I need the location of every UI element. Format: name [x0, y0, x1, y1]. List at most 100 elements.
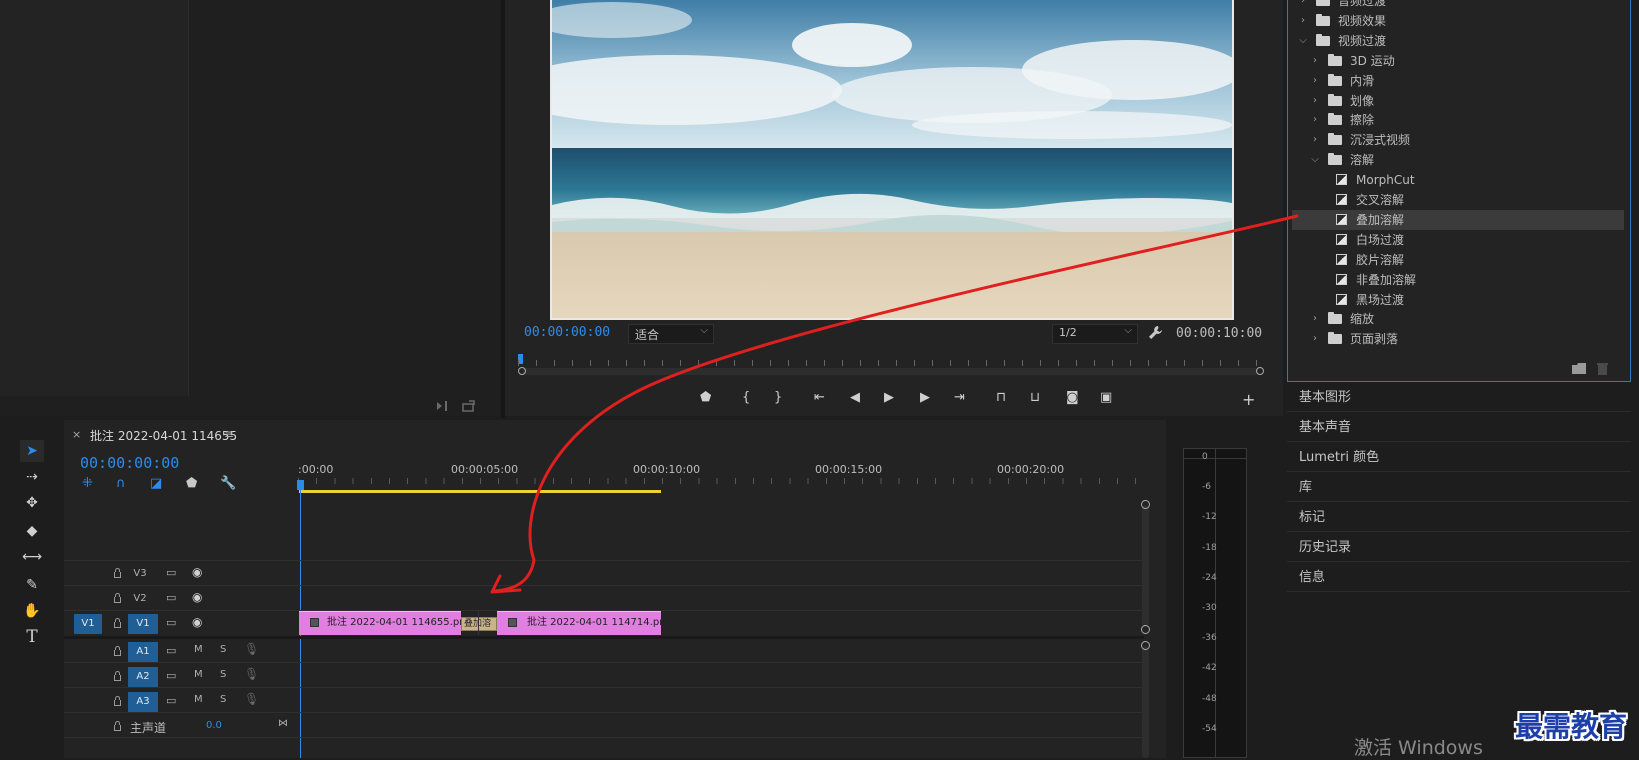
lock-icon[interactable] [114, 721, 121, 731]
program-current-timecode[interactable]: 00:00:00:00 [524, 325, 610, 340]
track-target-v3[interactable]: V3 [128, 564, 152, 584]
sync-lock-icon[interactable]: ▭ [166, 644, 176, 657]
microphone-icon[interactable]: 🎙 [244, 667, 259, 681]
work-area-bar[interactable] [299, 490, 661, 493]
slip-tool-icon[interactable]: ⟷ [20, 546, 44, 568]
step-forward-icon[interactable]: ▶ [920, 390, 930, 405]
snap-icon[interactable]: ∩ [116, 476, 126, 491]
source-patch-v1[interactable]: V1 [74, 614, 102, 634]
export-frame-icon[interactable] [462, 400, 476, 412]
lock-icon[interactable] [114, 618, 121, 628]
chevron-right-icon[interactable]: › [1310, 91, 1320, 111]
nest-sequence-icon[interactable]: ⁜ [82, 476, 93, 491]
vscroll-handle-bottom[interactable] [1141, 625, 1150, 634]
zoom-scrollbar[interactable] [522, 368, 1258, 375]
microphone-icon[interactable]: 🎙 [244, 642, 259, 656]
side-panel-item[interactable]: 库 [1287, 473, 1631, 502]
effect-item-row[interactable]: 白场过渡 [1292, 230, 1624, 250]
effects-folder-row[interactable]: › 擦除 [1292, 110, 1624, 130]
razor-tool-icon[interactable]: ◆ [20, 520, 44, 542]
clip-2[interactable]: 批注 2022-04-01 114714.png [497, 611, 661, 635]
type-tool-icon[interactable]: T [20, 626, 44, 648]
new-bin-icon[interactable] [1572, 363, 1586, 374]
lock-icon[interactable] [114, 671, 121, 681]
chevron-right-icon[interactable]: › [1310, 309, 1320, 329]
side-panel-item[interactable]: Lumetri 颜色 [1287, 443, 1631, 472]
effects-folder-row[interactable]: › 3D 运动 [1292, 51, 1624, 71]
solo-button[interactable]: S [220, 669, 226, 680]
zoom-dropdown[interactable]: 适合 ⌵ [628, 324, 714, 344]
solo-button[interactable]: S [220, 694, 226, 705]
camera-icon[interactable]: ◙ [1066, 390, 1079, 405]
go-to-end-icon[interactable]: ⋈ [278, 718, 288, 729]
lock-icon[interactable] [114, 593, 121, 603]
program-scrubber[interactable] [518, 352, 1264, 378]
effects-folder-row[interactable]: › 页面剥落 [1292, 329, 1624, 349]
audio-vscroll[interactable] [1142, 646, 1149, 758]
go-to-in-icon[interactable]: ⇤ [814, 390, 825, 405]
chevron-right-icon[interactable]: › [1298, 11, 1308, 31]
effects-folder-row[interactable]: ⌵ 视频过渡 [1292, 31, 1624, 51]
lift-icon[interactable]: ⊓ [996, 390, 1006, 405]
track-target-a2[interactable]: A2 [128, 667, 158, 687]
transition-block[interactable]: 叠加溶 [461, 617, 497, 631]
lock-icon[interactable] [114, 646, 121, 656]
eye-icon[interactable]: ◉ [192, 615, 202, 629]
chevron-right-icon[interactable]: › [1310, 110, 1320, 130]
effects-folder-row[interactable]: › 音频过渡 [1292, 0, 1624, 11]
comparison-view-icon[interactable]: ▣ [1100, 390, 1112, 405]
timeline-playhead-head[interactable] [297, 480, 304, 490]
side-panel-item[interactable]: 标记 [1287, 503, 1631, 532]
effects-folder-row[interactable]: › 划像 [1292, 91, 1624, 111]
effect-item-row[interactable]: 胶片溶解 [1292, 250, 1624, 270]
track-target-v2[interactable]: V2 [128, 589, 152, 609]
effects-folder-row[interactable]: › 沉浸式视频 [1292, 130, 1624, 150]
effect-item-row[interactable]: 黑场过渡 [1292, 290, 1624, 310]
add-marker-icon[interactable]: ⬟ [186, 476, 197, 491]
marker-icon[interactable]: ⬟ [700, 390, 711, 405]
effects-folder-row[interactable]: › 缩放 [1292, 309, 1624, 329]
timeline-timecode[interactable]: 00:00:00:00 [80, 454, 179, 472]
master-volume-value[interactable]: 0.0 [206, 720, 222, 731]
extract-icon[interactable]: ⊔ [1030, 390, 1040, 405]
lock-icon[interactable] [114, 696, 121, 706]
side-panel-item[interactable]: 信息 [1287, 563, 1631, 592]
clip-1[interactable]: 批注 2022-04-01 114655.png [299, 611, 461, 635]
timeline-vscroll[interactable] [1142, 505, 1149, 627]
timeline-tab-title[interactable]: 批注 2022-04-01 114655 [90, 427, 237, 444]
mute-button[interactable]: M [194, 644, 203, 655]
sync-lock-icon[interactable]: ▭ [166, 616, 176, 629]
insert-icon[interactable] [436, 400, 450, 412]
chevron-right-icon[interactable]: › [1298, 0, 1308, 11]
go-to-out-icon[interactable]: ⇥ [954, 390, 965, 405]
track-target-v1[interactable]: V1 [128, 614, 158, 634]
side-panel-item[interactable]: 基本声音 [1287, 413, 1631, 442]
audio-vscroll-handle[interactable] [1141, 641, 1150, 650]
effects-folder-row[interactable]: › 视频效果 [1292, 11, 1624, 31]
scroll-handle-left[interactable] [518, 367, 526, 375]
timeline-tab-close[interactable]: × [72, 428, 81, 441]
sync-lock-icon[interactable]: ▭ [166, 566, 176, 579]
track-target-a3[interactable]: A3 [128, 692, 158, 712]
selection-tool-icon[interactable]: ➤ [20, 440, 44, 462]
wrench-icon[interactable] [1148, 325, 1163, 340]
chevron-down-icon[interactable]: ⌵ [1310, 150, 1320, 170]
linked-selection-icon[interactable]: ◪ [150, 476, 162, 491]
trash-icon[interactable] [1597, 362, 1608, 375]
timeline-menu-icon[interactable]: ≡ [224, 427, 234, 441]
side-panel-item[interactable]: 历史记录 [1287, 533, 1631, 562]
track-target-a1[interactable]: A1 [128, 642, 158, 662]
eye-icon[interactable]: ◉ [192, 590, 202, 604]
mute-button[interactable]: M [194, 694, 203, 705]
effect-item-row[interactable]: 非叠加溶解 [1292, 270, 1624, 290]
chevron-right-icon[interactable]: › [1310, 71, 1320, 91]
mute-button[interactable]: M [194, 669, 203, 680]
effects-folder-row[interactable]: › 内滑 [1292, 71, 1624, 91]
eye-icon[interactable]: ◉ [192, 565, 202, 579]
ripple-edit-tool-icon[interactable]: ✥ [20, 492, 44, 514]
chevron-right-icon[interactable]: › [1310, 329, 1320, 349]
mark-out-icon[interactable]: } [774, 390, 782, 405]
side-panel-item[interactable]: 基本图形 [1287, 383, 1631, 412]
track-select-tool-icon[interactable]: ⇢ [20, 466, 44, 488]
scroll-handle-right[interactable] [1256, 367, 1264, 375]
